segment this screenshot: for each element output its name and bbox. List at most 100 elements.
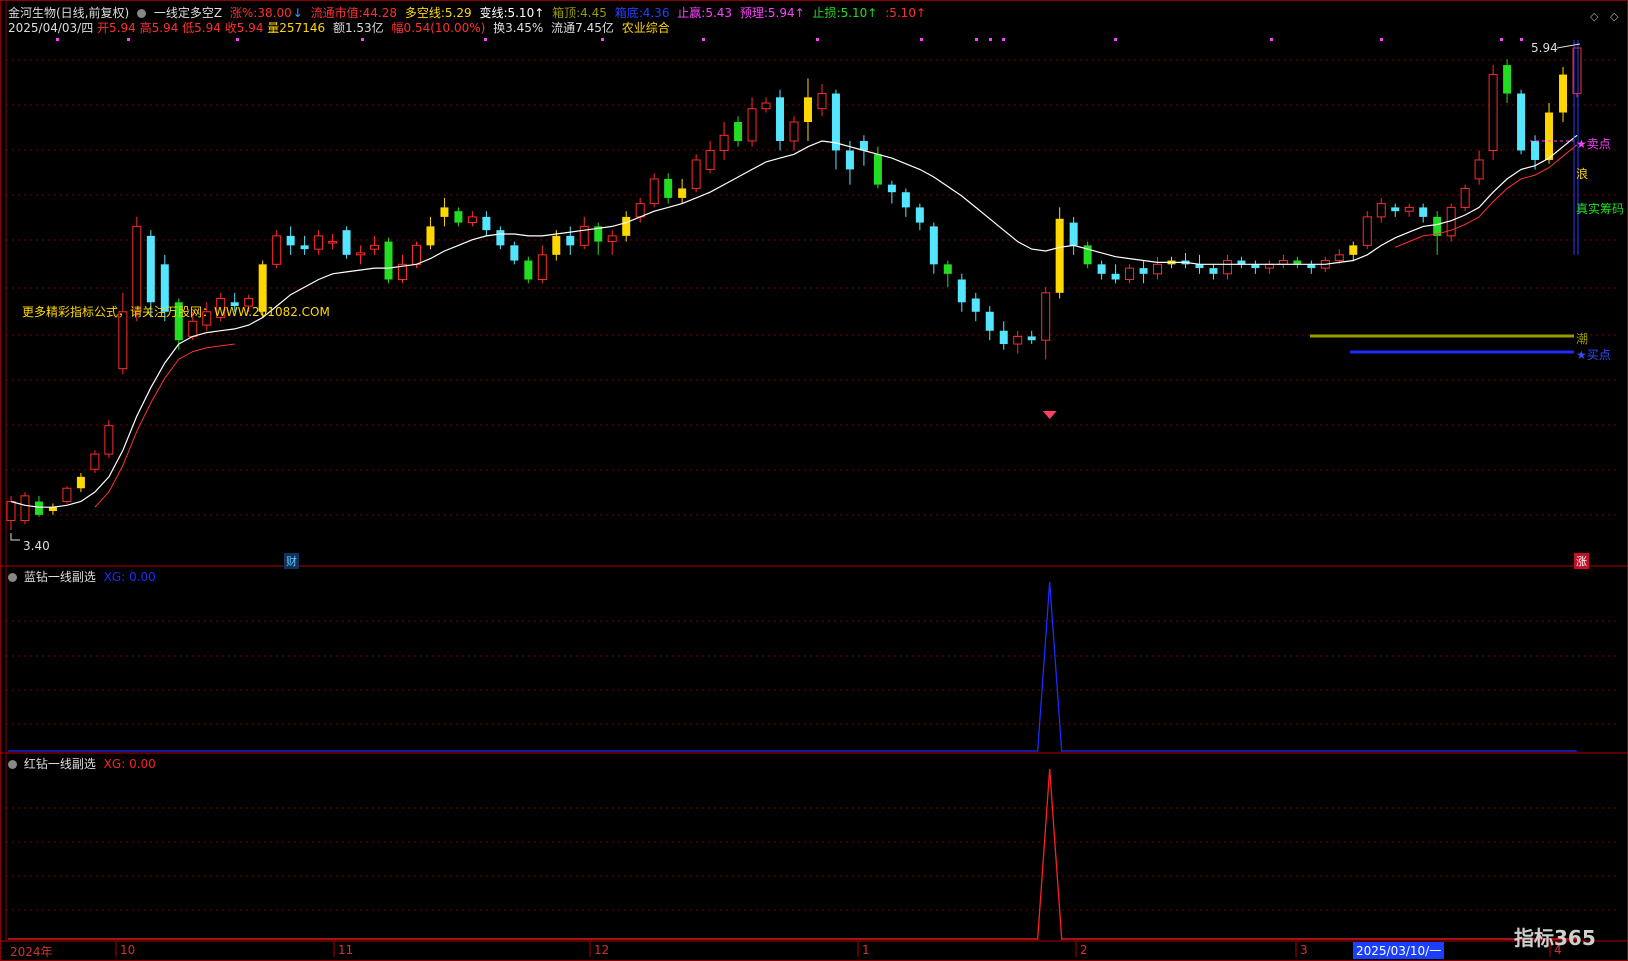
zs-value: 5.10↑ [840,6,878,20]
sell-point-label: ★卖点 [1576,137,1611,151]
dk-value: 5.29 [444,6,472,20]
dk-label: 多空线: [404,6,445,20]
candle-body [1222,260,1232,275]
buy-point-label: ★买点 [1576,348,1611,362]
candle-body [20,495,30,522]
candle-body [132,225,142,313]
candle-body [1391,207,1400,212]
stock-title[interactable]: 金河生物(日线,前复权) [8,6,129,20]
axis-label-year: 2024年 [10,945,53,959]
candle-body [286,235,295,246]
candle-body [342,230,351,255]
candle-body [915,207,924,223]
signal-dot [1500,38,1503,41]
candle-body [607,235,617,243]
low-price-label: 3.40 [23,539,50,553]
candle-body [566,235,575,246]
indicator-blue-name[interactable]: 蓝钻一线副选 [24,570,96,584]
indicator-blue-title: 蓝钻一线副选 XG: 0.00 [8,568,156,585]
signal-dot [1002,38,1005,41]
signal-dot [361,38,364,41]
bar-low: 低5.94 [182,21,221,35]
candle-body [957,279,966,303]
indicator-red-value: 0.00 [129,757,156,771]
signal-dot [484,38,487,41]
candle-body [929,226,938,265]
bar-turnover: 换3.45% [493,21,544,35]
ad-text: 更多精彩指标公式，请关注万股网：WWW.201082.COM [22,305,330,319]
chg-arrow-icon: ↓ [292,6,303,20]
candle-body [845,150,854,170]
candle-body [356,252,366,256]
yl-label: 预理: [739,6,768,20]
candle-body [104,425,114,455]
signal-dot [56,38,59,41]
zs-label: 止损: [812,6,841,20]
candle-body [1125,267,1135,281]
candle-body [971,298,980,312]
candle-body [817,93,827,110]
candle-body [146,235,155,303]
low-price-pointer [10,533,20,541]
candle-body [859,140,868,151]
bar-close: 收5.94 [224,21,264,35]
support-line [1395,144,1578,248]
candle-body [1041,292,1051,341]
kline-chart-canvas[interactable] [0,0,1628,961]
candle-body [1055,218,1064,293]
candle-body [901,192,910,208]
yl-value: 5.94↑ [767,6,805,20]
candle-body [1419,207,1428,217]
candle-body [524,260,533,280]
candle-body [272,235,282,265]
axis-label-3: 3 [1300,943,1308,957]
xd-value: 4.45 [580,6,607,20]
candle-body [510,245,519,261]
limit-up-marker[interactable]: 涨 [1574,553,1589,569]
candle-body [678,188,687,198]
bar-open: 开5.94 [97,21,136,35]
candle-body [649,178,659,205]
signal-dot [816,38,819,41]
candle-body [734,122,743,141]
candle-body [1111,273,1120,280]
candle-body [691,159,701,189]
candle-body [1376,203,1386,218]
candle-body [705,149,715,170]
candle-body [1209,268,1218,274]
finance-marker[interactable]: 财 [284,553,299,569]
candle-body [803,97,812,123]
bx-value: 5.10↑ [507,6,545,20]
candle-body [1531,140,1540,160]
candle-body [1559,74,1568,113]
indicator-red-name[interactable]: 红钻一线副选 [24,757,96,771]
candle-body [384,241,393,280]
settings-dot-icon[interactable] [8,760,17,769]
signal-dot [920,38,923,41]
candle-body [1027,336,1036,341]
diamond-icon[interactable]: ◇ [1610,10,1618,23]
candle-body [1013,335,1023,345]
support-line [94,343,235,508]
bx-label: 变线: [479,6,508,20]
settings-dot-icon[interactable] [8,573,17,582]
candle-body [1251,264,1260,269]
diamond-icon[interactable]: ◇ [1590,10,1598,23]
signal-dot [1270,38,1273,41]
formula-name[interactable]: 一线定多空Z [154,6,222,20]
settings-dot-icon[interactable] [137,9,147,18]
high-price-pointer [1556,43,1581,49]
candle-body [1334,254,1344,262]
candle-body [1307,264,1316,269]
real-chips-label: 真实筹码 [1576,202,1625,216]
signal-dot [601,38,604,41]
candle-body [370,244,380,250]
zy-value: 5.43 [705,6,733,20]
candle-body [1264,263,1274,269]
axis-label-1: 1 [862,943,870,957]
bar-industry[interactable]: 农业综合 [622,21,670,35]
bar-volume: 量257146 [267,21,326,35]
candle-body [719,134,729,151]
candle-body [789,121,799,142]
candle-body [1488,74,1498,151]
